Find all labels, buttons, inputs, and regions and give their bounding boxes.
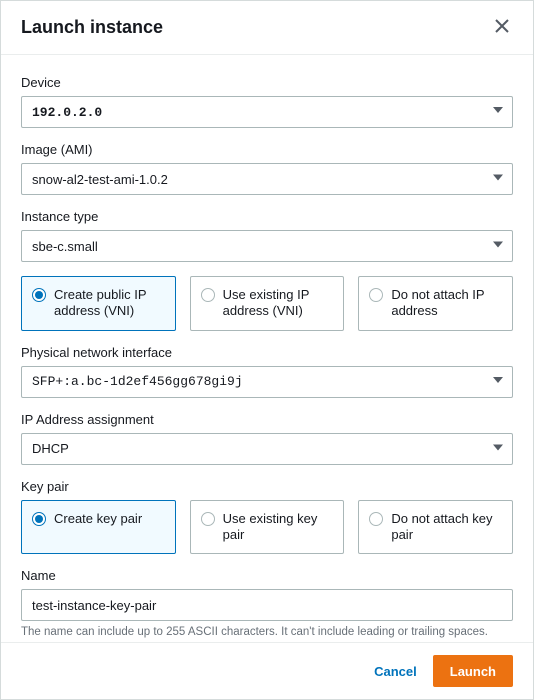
image-label: Image (AMI) [21,142,513,157]
keypair-name-input[interactable] [32,590,502,620]
device-field: Device 192.0.2.0 [21,75,513,128]
device-label: Device [21,75,513,90]
dialog-footer: Cancel Launch [1,642,533,699]
device-value: 192.0.2.0 [32,105,102,120]
ip-option-group: Create public IP address (VNI) Use exist… [21,276,513,331]
keypair-option-existing-label: Use existing key pair [223,511,334,544]
keypair-name-hint: The name can include up to 255 ASCII cha… [21,625,513,640]
keypair-name-label: Name [21,568,513,583]
ip-option-field: Create public IP address (VNI) Use exist… [21,276,513,331]
ip-assign-field: IP Address assignment DHCP [21,412,513,465]
ip-option-existing[interactable]: Use existing IP address (VNI) [190,276,345,331]
image-field: Image (AMI) snow-al2-test-ami-1.0.2 [21,142,513,195]
keypair-option-create[interactable]: Create key pair [21,500,176,555]
ip-option-none-label: Do not attach IP address [391,287,502,320]
caret-down-icon [492,172,504,187]
instance-type-field: Instance type sbe-c.small [21,209,513,262]
close-button[interactable] [491,15,513,40]
radio-icon [369,288,383,302]
ip-assign-label: IP Address assignment [21,412,513,427]
page-title: Launch instance [21,17,163,38]
pni-select[interactable]: SFP+:a.bc-1d2ef456gg678gi9j [21,366,513,398]
launch-instance-dialog: Launch instance Device 192.0.2.0 Image (… [0,0,534,700]
device-select[interactable]: 192.0.2.0 [21,96,513,128]
ip-option-create[interactable]: Create public IP address (VNI) [21,276,176,331]
pni-label: Physical network interface [21,345,513,360]
image-value: snow-al2-test-ami-1.0.2 [32,172,168,187]
instance-type-value: sbe-c.small [32,239,98,254]
keypair-name-field: Name The name can include up to 255 ASCI… [21,568,513,640]
ip-option-none[interactable]: Do not attach IP address [358,276,513,331]
keypair-option-none-label: Do not attach key pair [391,511,502,544]
image-select[interactable]: snow-al2-test-ami-1.0.2 [21,163,513,195]
radio-icon [369,512,383,526]
dialog-header: Launch instance [1,1,533,55]
cancel-button[interactable]: Cancel [364,655,427,687]
radio-icon [201,512,215,526]
ip-assign-select[interactable]: DHCP [21,433,513,465]
caret-down-icon [492,374,504,390]
keypair-option-existing[interactable]: Use existing key pair [190,500,345,555]
keypair-option-group: Create key pair Use existing key pair Do… [21,500,513,555]
dialog-body: Device 192.0.2.0 Image (AMI) snow-al2-te… [1,55,533,642]
keypair-option-create-label: Create key pair [54,511,142,527]
ip-option-existing-label: Use existing IP address (VNI) [223,287,334,320]
radio-icon [32,512,46,526]
caret-down-icon [492,441,504,456]
pni-field: Physical network interface SFP+:a.bc-1d2… [21,345,513,398]
keypair-name-input-wrap [21,589,513,621]
caret-down-icon [492,104,504,120]
instance-type-label: Instance type [21,209,513,224]
radio-icon [32,288,46,302]
radio-icon [201,288,215,302]
keypair-option-none[interactable]: Do not attach key pair [358,500,513,555]
ip-option-create-label: Create public IP address (VNI) [54,287,165,320]
caret-down-icon [492,239,504,254]
launch-button[interactable]: Launch [433,655,513,687]
close-icon [495,21,509,36]
ip-assign-value: DHCP [32,441,69,456]
keypair-label: Key pair [21,479,513,494]
pni-value: SFP+:a.bc-1d2ef456gg678gi9j [32,374,243,389]
keypair-field: Key pair Create key pair Use existing ke… [21,479,513,555]
instance-type-select[interactable]: sbe-c.small [21,230,513,262]
